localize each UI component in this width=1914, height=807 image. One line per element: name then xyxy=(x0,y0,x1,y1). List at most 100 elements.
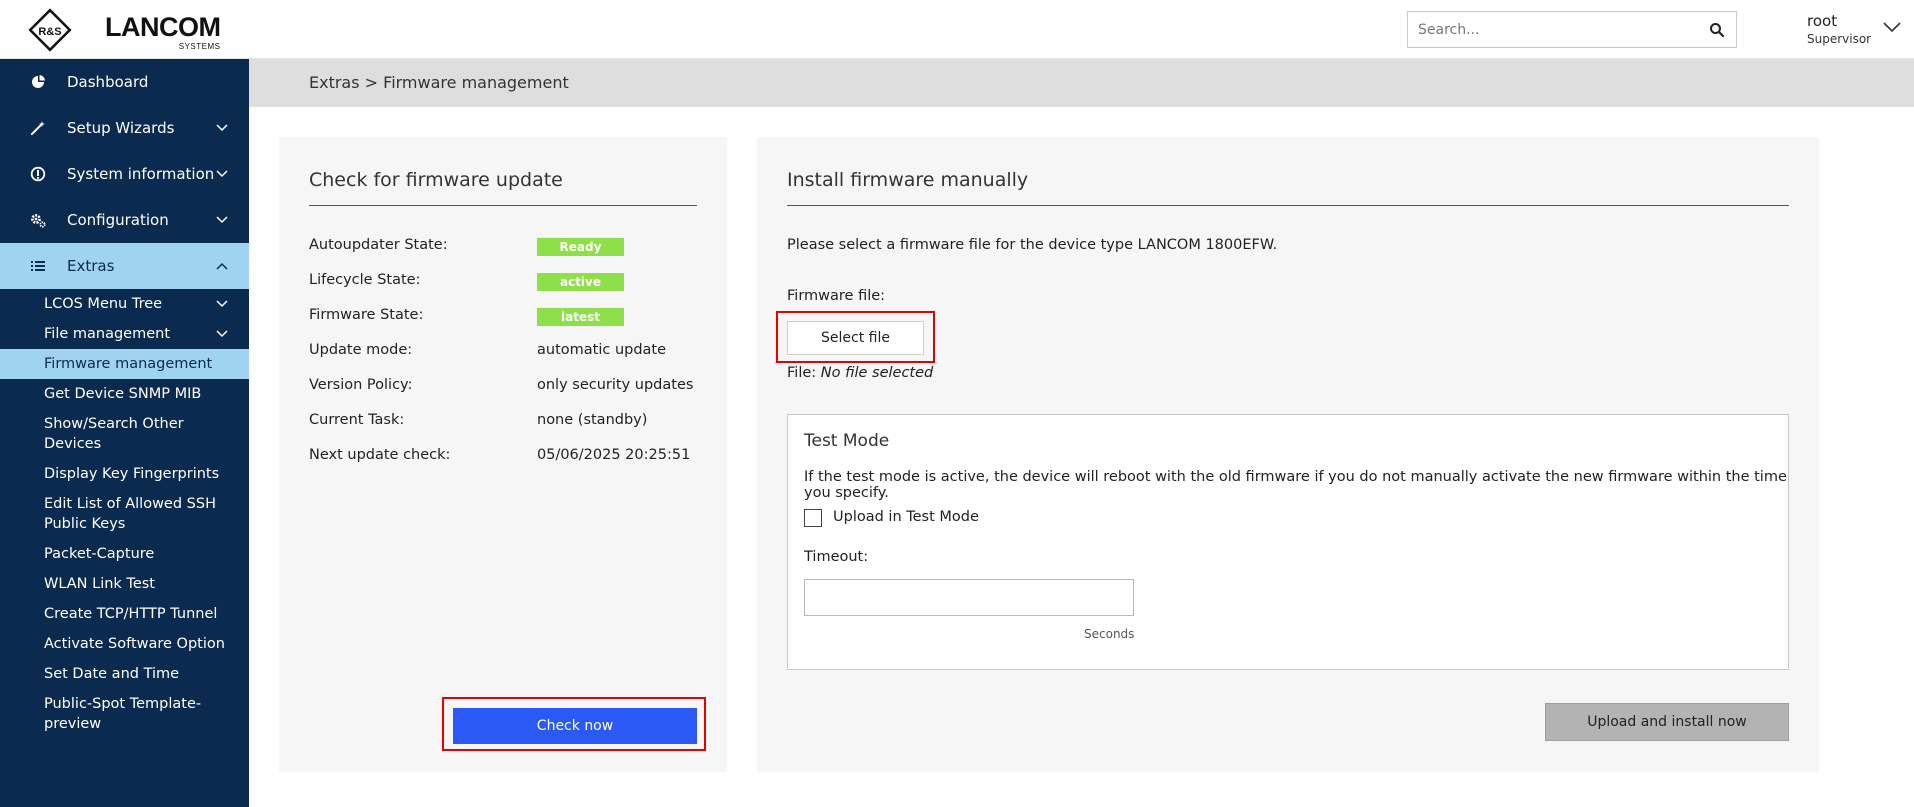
test-mode-title: Test Mode xyxy=(804,431,890,451)
test-mode-checkbox-label[interactable]: Upload in Test Mode xyxy=(833,509,979,525)
status-value: none (standby) xyxy=(537,412,648,428)
sidebar-item-dashboard[interactable]: Dashboard xyxy=(0,59,249,105)
status-label: Firmware State: xyxy=(309,307,424,323)
sidebar-subitem-label: Set Date and Time xyxy=(44,666,180,682)
status-label: Version Policy: xyxy=(309,377,413,393)
chevron-down-icon xyxy=(216,124,228,132)
sidebar-subitem-display-key-fingerprints[interactable]: Display Key Fingerprints xyxy=(0,459,249,489)
status-value: 05/06/2025 20:25:51 xyxy=(537,447,691,463)
sidebar-subitem-label: Edit List of Allowed SSH Public Keys xyxy=(44,496,216,532)
chevron-down-icon xyxy=(216,300,228,308)
status-label: Autoupdater State: xyxy=(309,237,448,253)
search-input[interactable] xyxy=(1408,12,1698,47)
select-file-highlight: Select file xyxy=(776,311,935,363)
timeout-label: Timeout: xyxy=(804,549,869,565)
install-instructions: Please select a firmware file for the de… xyxy=(787,237,1278,253)
breadcrumb-bar: Extras > Firmware management xyxy=(249,59,1914,107)
sidebar-subitem-lcos-menu-tree[interactable]: LCOS Menu Tree xyxy=(0,289,249,319)
check-now-button[interactable]: Check now xyxy=(453,708,697,744)
status-badge: active xyxy=(537,273,624,291)
chevron-down-icon xyxy=(216,330,228,338)
status-row-lifecycle: Lifecycle State: active xyxy=(309,272,709,292)
test-mode-description: If the test mode is active, the device w… xyxy=(804,469,1787,501)
firmware-update-panel: Check for firmware update Autoupdater St… xyxy=(279,137,727,772)
gears-icon xyxy=(31,214,46,228)
sidebar-item-label: Configuration xyxy=(67,211,169,229)
dashboard-icon xyxy=(32,75,45,88)
sidebar-subitem-firmware-management[interactable]: Firmware management xyxy=(0,349,249,379)
panel-divider xyxy=(787,205,1789,206)
top-header: R&S LANCOM SYSTEMS root Supervisor xyxy=(0,0,1914,59)
status-row-autoupdater: Autoupdater State: Ready xyxy=(309,237,709,257)
sidebar-subitem-label: WLAN Link Test xyxy=(44,576,155,592)
user-role: Supervisor xyxy=(1807,32,1872,46)
sidebar-subitem-label: LCOS Menu Tree xyxy=(44,296,163,312)
status-row-firmware: Firmware State: latest xyxy=(309,307,709,327)
search-icon[interactable] xyxy=(1708,21,1726,39)
sidebar-subitem-label: Activate Software Option xyxy=(44,636,225,652)
sidebar-subitem-label: Public-Spot Template-preview xyxy=(44,696,202,732)
status-row-next-check: Next update check: 05/06/2025 20:25:51 xyxy=(309,447,709,467)
file-prefix: File: xyxy=(787,365,817,381)
sidebar-subitem-get-device-snmp-mib[interactable]: Get Device SNMP MIB xyxy=(0,379,249,409)
sidebar-item-label: Setup Wizards xyxy=(67,119,175,137)
manual-install-panel: Install firmware manually Please select … xyxy=(757,137,1819,772)
status-badge: Ready xyxy=(537,238,624,256)
timeout-unit: Seconds xyxy=(1084,627,1135,641)
user-menu[interactable]: root Supervisor xyxy=(1807,12,1871,47)
sidebar-subitem-show-search-other-devices[interactable]: Show/Search Other Devices xyxy=(0,409,249,459)
status-label: Current Task: xyxy=(309,412,405,428)
sidebar-item-label: Dashboard xyxy=(67,73,149,91)
sidebar-item-configuration[interactable]: Configuration xyxy=(0,197,249,243)
rs-logo-icon: R&S xyxy=(28,8,72,52)
user-name: root xyxy=(1807,12,1838,30)
sidebar-subitem-file-management[interactable]: File management xyxy=(0,319,249,349)
brand-sub: SYSTEMS xyxy=(178,42,221,51)
sidebar-subitem-packet-capture[interactable]: Packet-Capture xyxy=(0,539,249,569)
status-row-version-policy: Version Policy: only security updates xyxy=(309,377,709,397)
status-badge: latest xyxy=(537,308,624,326)
test-mode-box: Test Mode If the test mode is active, th… xyxy=(787,414,1789,670)
timeout-input[interactable] xyxy=(804,579,1134,616)
chevron-up-icon xyxy=(216,262,228,270)
sidebar-item-extras[interactable]: Extras xyxy=(0,243,249,289)
sidebar-item-label: Extras xyxy=(67,257,115,275)
status-label: Update mode: xyxy=(309,342,413,358)
sidebar-item-system-information[interactable]: System information xyxy=(0,151,249,197)
check-now-highlight: Check now xyxy=(442,697,706,751)
sidebar-subitem-public-spot-preview[interactable]: Public-Spot Template-preview xyxy=(0,689,249,739)
sidebar-item-label: System information xyxy=(67,165,215,183)
status-label: Next update check: xyxy=(309,447,451,463)
sidebar-subitem-label: Display Key Fingerprints xyxy=(44,466,220,482)
sidebar-subitem-label: Get Device SNMP MIB xyxy=(44,386,202,402)
brand-name: LANCOM xyxy=(105,12,221,42)
sidebar-subitem-label: Show/Search Other Devices xyxy=(44,416,184,452)
sidebar-subitem-create-tunnel[interactable]: Create TCP/HTTP Tunnel xyxy=(0,599,249,629)
sidebar-subitem-edit-ssh-keys[interactable]: Edit List of Allowed SSH Public Keys xyxy=(0,489,249,539)
sidebar: Dashboard Setup Wizards System informati… xyxy=(0,59,249,807)
svg-text:R&S: R&S xyxy=(38,26,61,38)
panel-title: Check for firmware update xyxy=(309,169,563,191)
chevron-down-icon xyxy=(216,216,228,224)
sidebar-subitem-label: Create TCP/HTTP Tunnel xyxy=(44,606,218,622)
selected-file-info: File: No file selected xyxy=(787,365,933,381)
status-row-update-mode: Update mode: automatic update xyxy=(309,342,709,362)
sidebar-subitem-activate-software-option[interactable]: Activate Software Option xyxy=(0,629,249,659)
wand-icon xyxy=(31,121,45,135)
sidebar-subitem-label: Firmware management xyxy=(44,356,213,372)
list-icon xyxy=(31,261,45,271)
status-value: only security updates xyxy=(537,377,694,393)
file-name-value: No file selected xyxy=(820,365,934,381)
sidebar-subitem-set-date-time[interactable]: Set Date and Time xyxy=(0,659,249,689)
breadcrumb: Extras > Firmware management xyxy=(309,73,569,92)
sidebar-item-setup-wizards[interactable]: Setup Wizards xyxy=(0,105,249,151)
sidebar-subitem-wlan-link-test[interactable]: WLAN Link Test xyxy=(0,569,249,599)
chevron-down-icon[interactable] xyxy=(1882,20,1902,34)
firmware-file-label: Firmware file: xyxy=(787,288,886,304)
select-file-button[interactable]: Select file xyxy=(787,321,924,355)
test-mode-checkbox[interactable] xyxy=(804,509,822,527)
panel-title: Install firmware manually xyxy=(787,169,1029,191)
upload-install-button[interactable]: Upload and install now xyxy=(1545,703,1789,741)
status-label: Lifecycle State: xyxy=(309,272,421,288)
status-row-current-task: Current Task: none (standby) xyxy=(309,412,709,432)
